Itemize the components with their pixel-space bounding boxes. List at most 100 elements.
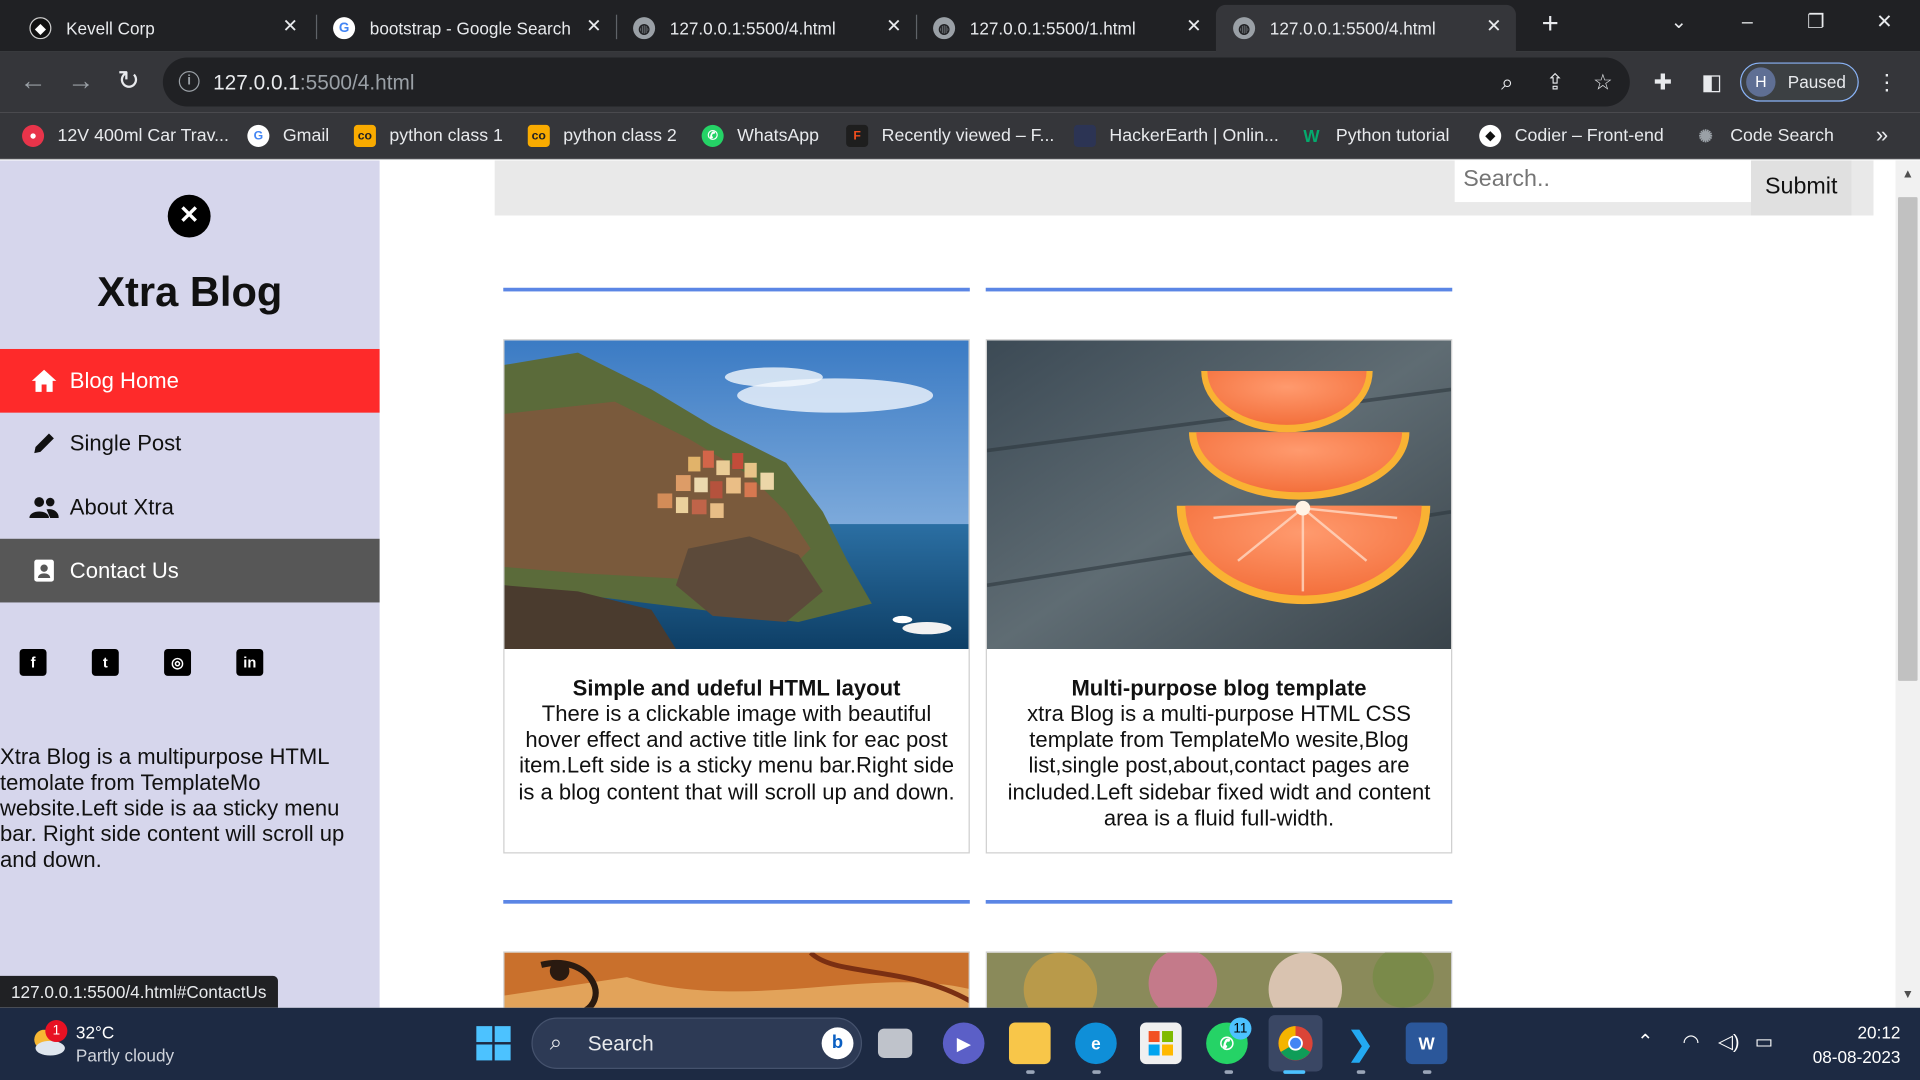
tab-page-1[interactable]: ◍ 127.0.0.1:5500/1.html ✕	[916, 5, 1216, 52]
tab-page-4-active[interactable]: ◍ 127.0.0.1:5500/4.html ✕	[1215, 4, 1516, 52]
twitter-icon[interactable]: t	[91, 648, 119, 676]
extensions-puzzle-icon[interactable]: ✚	[1648, 67, 1677, 96]
globe-icon: ◍	[633, 17, 656, 40]
facebook-icon[interactable]: f	[19, 648, 47, 676]
close-icon[interactable]: ✕	[882, 15, 906, 39]
brand-title[interactable]: Xtra Blog	[0, 269, 380, 317]
share-icon[interactable]: ⇪	[1540, 67, 1569, 96]
divider-line	[985, 900, 1453, 904]
tab-google[interactable]: G bootstrap - Google Search ✕	[316, 5, 616, 52]
restore-icon[interactable]: ❐	[1798, 7, 1835, 39]
bookmarks-overflow-icon[interactable]: »	[1876, 122, 1888, 148]
search-input[interactable]: Search..	[1454, 160, 1752, 203]
close-icon[interactable]: ✕	[582, 15, 606, 39]
orange-slices-photo[interactable]	[986, 340, 1452, 649]
sidebar-item-label: Contact Us	[69, 557, 179, 583]
file-explorer-icon[interactable]	[1008, 1022, 1051, 1065]
address-url[interactable]: 127.0.0.1:5500/4.html	[213, 71, 414, 95]
back-arrow-icon[interactable]: ←	[17, 66, 49, 98]
google-icon: G	[333, 17, 356, 40]
scroll-down-icon[interactable]: ▼	[1900, 988, 1915, 1003]
tab-page-4a[interactable]: ◍ 127.0.0.1:5500/4.html ✕	[616, 5, 916, 52]
post-excerpt: There is a clickable image with beautifu…	[518, 701, 955, 805]
post-title[interactable]: Multi-purpose blog template	[999, 676, 1439, 702]
submit-button[interactable]: Submit	[1751, 160, 1852, 216]
bookmark-item[interactable]: ✺ Code Search	[1695, 124, 1834, 148]
bookmark-item[interactable]: W Python tutorial	[1300, 124, 1449, 148]
tab-search-chevron-icon[interactable]: ⌄	[1660, 7, 1697, 39]
reload-icon[interactable]: ↻	[113, 66, 145, 98]
volume-icon[interactable]: ◁)	[1718, 1030, 1740, 1054]
close-icon[interactable]: ✕	[1182, 15, 1206, 39]
bookmark-item[interactable]: G Gmail	[247, 124, 329, 148]
post-title[interactable]: Simple and udeful HTML layout	[517, 676, 957, 702]
vscode-icon[interactable]: ❯	[1340, 1022, 1382, 1064]
abstract-art-photo	[504, 952, 969, 1008]
windows-start-icon[interactable]	[473, 1022, 515, 1064]
post-excerpt: xtra Blog is a multi-purpose HTML CSS te…	[1007, 701, 1431, 830]
window-close-icon[interactable]: ✕	[1866, 7, 1903, 39]
taskbar: 1 32°C Partly cloudy ⌕ Search b ▶ e ✆ 11…	[0, 1007, 1920, 1080]
side-panel-icon[interactable]: ◧	[1697, 67, 1726, 96]
linkedin-icon[interactable]: in	[236, 648, 264, 676]
clock[interactable]: 20:12 08-08-2023	[1795, 1020, 1901, 1069]
battery-icon[interactable]: ▭	[1755, 1030, 1774, 1054]
weather-widget[interactable]: 1 32°C Partly cloudy	[29, 1020, 249, 1069]
task-view-icon[interactable]	[877, 1028, 913, 1058]
post-card[interactable]: Multi-purpose blog template xtra Blog is…	[985, 339, 1453, 854]
bookmark-item[interactable]: ◆ Codier – Front-end	[1479, 124, 1664, 148]
forest-photo	[986, 952, 1452, 1008]
page-viewport: ✕ Xtra Blog Blog Home Single Post About …	[0, 160, 1896, 1008]
post-card-partial[interactable]	[503, 951, 970, 1008]
bookmark-item[interactable]: ● 12V 400ml Car Trav...	[22, 124, 229, 148]
close-icon[interactable]: ✕	[278, 15, 302, 39]
sidebar-close-button[interactable]: ✕	[167, 194, 211, 238]
page-scrollbar[interactable]: ▲ ▼	[1895, 160, 1920, 1008]
divider-line	[503, 287, 970, 292]
sidebar-item-blog-home[interactable]: Blog Home	[0, 348, 380, 413]
bookmark-item[interactable]: co python class 2	[527, 124, 677, 148]
coastal-village-photo[interactable]	[504, 340, 969, 649]
forward-arrow-icon[interactable]: →	[65, 66, 97, 98]
running-indicator	[1224, 1070, 1234, 1074]
scroll-thumb[interactable]	[1897, 197, 1918, 681]
edge-icon[interactable]: e	[1075, 1022, 1117, 1065]
scroll-up-icon[interactable]: ▲	[1900, 168, 1915, 183]
post-card-partial[interactable]	[985, 951, 1453, 1008]
tray-chevron-up-icon[interactable]: ⌃	[1637, 1030, 1653, 1054]
w3-icon: W	[1303, 126, 1320, 146]
tab-kevell[interactable]: ◆ Kevell Corp ✕	[12, 5, 312, 52]
post-card[interactable]: Simple and udeful HTML layout There is a…	[503, 339, 970, 854]
bookmark-item[interactable]: ✆ WhatsApp	[701, 124, 819, 148]
instagram-icon[interactable]: ◎	[164, 648, 192, 676]
bookmark-label: Code Search	[1730, 126, 1834, 146]
new-tab-plus-icon[interactable]: +	[1534, 9, 1566, 42]
word-icon[interactable]: W	[1405, 1022, 1448, 1065]
bookmark-item[interactable]: HackerEarth | Onlin...	[1073, 124, 1279, 148]
taskbar-search[interactable]: ⌕ Search b	[531, 1017, 863, 1069]
users-icon	[29, 493, 59, 520]
site-info-icon[interactable]: i	[178, 71, 200, 92]
wifi-icon[interactable]: ◠	[1682, 1030, 1699, 1054]
menu-kebab-icon[interactable]: ⋮	[1872, 67, 1901, 96]
bookmark-item[interactable]: F Recently viewed – F...	[846, 124, 1054, 148]
tab-title: Kevell Corp	[66, 18, 155, 38]
microsoft-store-icon[interactable]	[1140, 1022, 1182, 1065]
taskbar-search-label: Search	[587, 1032, 654, 1056]
profile-button[interactable]: H Paused	[1740, 62, 1859, 102]
address-bar[interactable]: i 127.0.0.1:5500/4.html ⌕ ⇪ ☆	[162, 57, 1630, 107]
sidebar-item-contact[interactable]: Contact Us	[0, 538, 380, 603]
teams-chat-icon[interactable]: ▶	[942, 1022, 985, 1065]
close-icon[interactable]: ✕	[1482, 15, 1506, 39]
chrome-icon[interactable]	[1268, 1015, 1323, 1072]
zoom-icon[interactable]: ⌕	[1493, 67, 1522, 96]
running-indicator	[1356, 1070, 1366, 1074]
bookmark-item[interactable]: co python class 1	[353, 124, 503, 148]
bing-icon[interactable]: b	[821, 1027, 854, 1060]
bookmark-star-icon[interactable]: ☆	[1588, 67, 1617, 96]
minimize-icon[interactable]: –	[1729, 7, 1766, 39]
sidebar-item-about[interactable]: About Xtra	[0, 475, 380, 539]
sidebar-item-single-post[interactable]: Single Post	[0, 411, 380, 475]
weather-temp: 32°C	[75, 1022, 115, 1043]
codier-icon: ◆	[1479, 124, 1502, 147]
